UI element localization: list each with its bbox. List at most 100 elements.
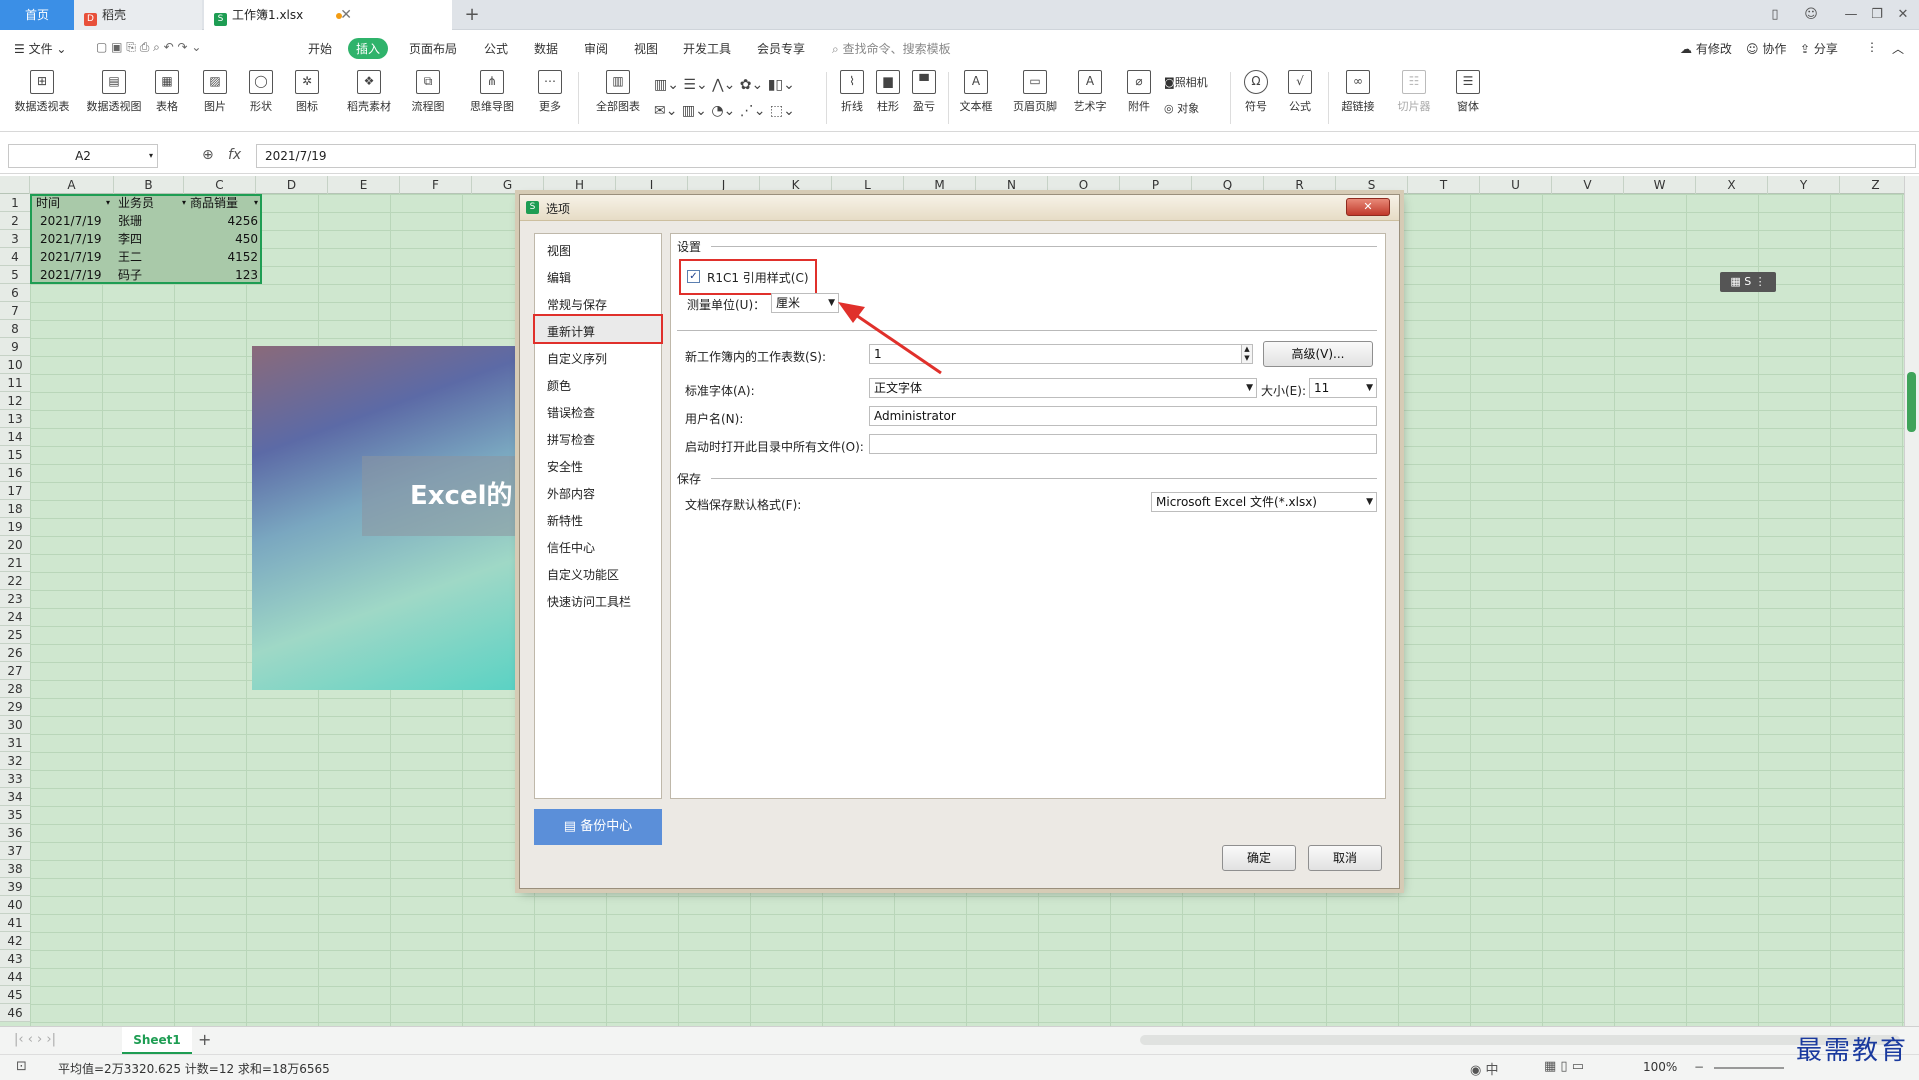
- row-header-11[interactable]: 11: [0, 374, 30, 392]
- row-header-42[interactable]: 42: [0, 932, 30, 950]
- zoom-level[interactable]: 100%: [1643, 1060, 1677, 1074]
- nav-item-6[interactable]: 错误检查: [547, 404, 595, 421]
- row-header-13[interactable]: 13: [0, 410, 30, 428]
- save-format-select[interactable]: Microsoft Excel 文件(*.xlsx) ▼: [1151, 492, 1377, 512]
- nav-item-3[interactable]: 重新计算: [547, 323, 595, 340]
- nav-item-0[interactable]: 视图: [547, 242, 571, 259]
- tab-workbook[interactable]: S 工作簿1.xlsx ✕: [204, 0, 452, 30]
- tab-daoke[interactable]: D 稻壳: [74, 0, 202, 30]
- command-search[interactable]: ⌕ 查找命令、搜索模板: [832, 40, 951, 57]
- sparkline-winloss-button[interactable]: ▀ 盈亏: [908, 70, 940, 114]
- row-header-5[interactable]: 5: [0, 266, 30, 284]
- sparkline-line-button[interactable]: ⌇ 折线: [836, 70, 868, 114]
- row-header-46[interactable]: 46: [0, 1004, 30, 1022]
- menu-insert[interactable]: 插入: [348, 38, 389, 59]
- username-input[interactable]: Administrator: [869, 406, 1377, 426]
- wordart-button[interactable]: A 艺术字: [1068, 70, 1112, 114]
- close-tab-icon[interactable]: ✕: [340, 0, 352, 30]
- row-header-34[interactable]: 34: [0, 788, 30, 806]
- table-cell[interactable]: 4256: [190, 212, 258, 230]
- row-header-21[interactable]: 21: [0, 554, 30, 572]
- column-header-a[interactable]: A: [30, 176, 114, 194]
- macro-icon[interactable]: ⊡: [16, 1059, 27, 1074]
- flowchart-button[interactable]: ⧉ 流程图: [404, 70, 452, 114]
- row-header-32[interactable]: 32: [0, 752, 30, 770]
- column-header-u[interactable]: U: [1480, 176, 1552, 194]
- row-header-28[interactable]: 28: [0, 680, 30, 698]
- row-header-15[interactable]: 15: [0, 446, 30, 464]
- ok-button[interactable]: 确定: [1222, 845, 1296, 871]
- vertical-scrollbar[interactable]: [1904, 176, 1919, 1026]
- view-mode-icons[interactable]: ▦ ▯ ▭: [1544, 1059, 1584, 1074]
- nav-item-11[interactable]: 信任中心: [547, 539, 595, 556]
- row-header-29[interactable]: 29: [0, 698, 30, 716]
- menu-start[interactable]: 开始: [308, 40, 332, 57]
- table-cell[interactable]: 123: [190, 266, 258, 284]
- nav-item-8[interactable]: 安全性: [547, 458, 583, 475]
- has-changes-button[interactable]: ☁ 有修改: [1680, 40, 1732, 57]
- row-header-20[interactable]: 20: [0, 536, 30, 554]
- column-header-p[interactable]: P: [1120, 176, 1192, 194]
- column-header-j[interactable]: J: [688, 176, 760, 194]
- nav-item-12[interactable]: 自定义功能区: [547, 566, 619, 583]
- row-header-22[interactable]: 22: [0, 572, 30, 590]
- table-cell[interactable]: 450: [190, 230, 258, 248]
- column-header-g[interactable]: G: [472, 176, 544, 194]
- header-sales[interactable]: 商品销量 ▾: [190, 194, 260, 212]
- nav-item-7[interactable]: 拼写检查: [547, 431, 595, 448]
- table-cell[interactable]: 王二: [118, 248, 142, 266]
- quick-access-icons[interactable]: ▢ ▣ ⎘ ⎙ ⌕ ↶ ↷ ⌄: [96, 40, 201, 55]
- row-header-26[interactable]: 26: [0, 644, 30, 662]
- row-header-6[interactable]: 6: [0, 284, 30, 302]
- pivot-table-button[interactable]: ⊞ 数据透视表: [12, 70, 72, 114]
- column-header-m[interactable]: M: [904, 176, 976, 194]
- floating-toolbar-icon[interactable]: ▦ S ⋮: [1720, 272, 1776, 292]
- share-button[interactable]: ⇪ 分享: [1800, 40, 1838, 57]
- table-cell[interactable]: 4152: [190, 248, 258, 266]
- nav-item-1[interactable]: 编辑: [547, 269, 571, 286]
- slicer-button[interactable]: ☷ 切片器: [1392, 70, 1436, 114]
- column-header-h[interactable]: H: [544, 176, 616, 194]
- collapse-ribbon-icon[interactable]: ︿: [1892, 40, 1904, 57]
- row-header-38[interactable]: 38: [0, 860, 30, 878]
- header-salesperson[interactable]: 业务员 ▾: [118, 194, 188, 212]
- tab-home[interactable]: 首页: [0, 0, 74, 30]
- row-header-14[interactable]: 14: [0, 428, 30, 446]
- sheets-count-spinner[interactable]: ▲ ▼: [1241, 344, 1253, 364]
- unit-select[interactable]: 厘米 ▼: [771, 293, 839, 313]
- pivot-chart-button[interactable]: ▤ 数据透视图: [82, 70, 146, 114]
- icon-button[interactable]: ✲ 图标: [288, 70, 326, 114]
- zoom-out-icon[interactable]: −: [1694, 1060, 1704, 1074]
- row-header-3[interactable]: 3: [0, 230, 30, 248]
- filter-dropdown-icon[interactable]: ▾: [182, 194, 186, 212]
- eye-protect-icon[interactable]: ◉ 中: [1470, 1059, 1498, 1078]
- table-cell[interactable]: 2021/7/19: [40, 248, 102, 266]
- row-header-43[interactable]: 43: [0, 950, 30, 968]
- nav-item-2[interactable]: 常规与保存: [547, 296, 607, 313]
- scrollbar-thumb[interactable]: [1907, 372, 1916, 432]
- row-header-8[interactable]: 8: [0, 320, 30, 338]
- row-header-36[interactable]: 36: [0, 824, 30, 842]
- zoom-slider[interactable]: [1714, 1067, 1784, 1069]
- horizontal-scrollbar[interactable]: [1140, 1035, 1900, 1045]
- hyperlink-button[interactable]: ∞ 超链接: [1336, 70, 1380, 114]
- column-header-n[interactable]: N: [976, 176, 1048, 194]
- column-header-d[interactable]: D: [256, 176, 328, 194]
- row-header-35[interactable]: 35: [0, 806, 30, 824]
- column-header-e[interactable]: E: [328, 176, 400, 194]
- equation-button[interactable]: √ 公式: [1282, 70, 1318, 114]
- collab-button[interactable]: ☺ 协作: [1746, 40, 1786, 57]
- all-charts-button[interactable]: ▥ 全部图表: [590, 70, 646, 114]
- nav-item-5[interactable]: 颜色: [547, 377, 571, 394]
- zoom-search-icon[interactable]: ⊕: [202, 147, 214, 163]
- row-header-33[interactable]: 33: [0, 770, 30, 788]
- row-header-4[interactable]: 4: [0, 248, 30, 266]
- inserted-picture[interactable]: Excel的: [252, 346, 520, 690]
- row-header-31[interactable]: 31: [0, 734, 30, 752]
- column-header-y[interactable]: Y: [1768, 176, 1840, 194]
- nav-item-13[interactable]: 快速访问工具栏: [547, 593, 631, 610]
- name-box[interactable]: A2 ▾: [8, 144, 158, 168]
- close-window-button[interactable]: ✕: [1888, 0, 1918, 30]
- picture-button[interactable]: ▨ 图片: [196, 70, 234, 114]
- size-select[interactable]: 11 ▼: [1309, 378, 1377, 398]
